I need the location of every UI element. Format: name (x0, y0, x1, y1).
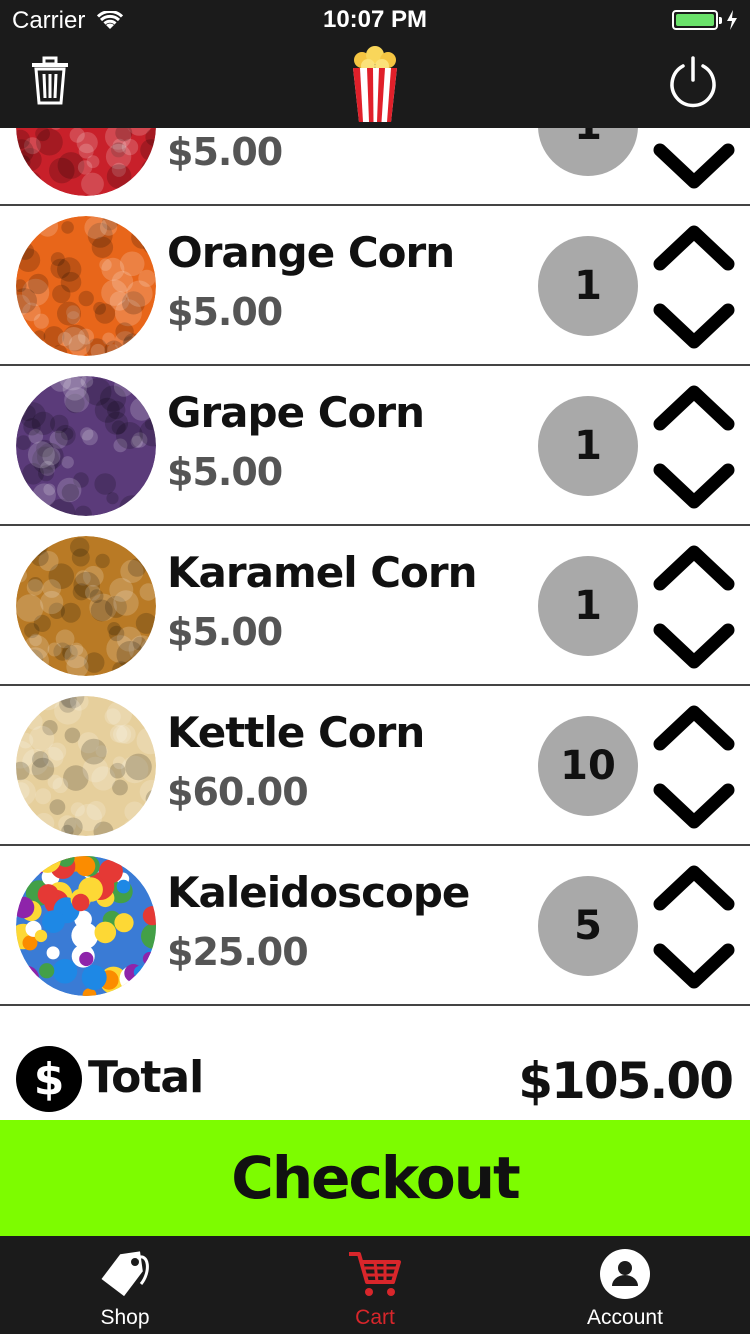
power-icon[interactable] (668, 56, 718, 110)
tab-bar: Shop Cart Account (0, 1236, 750, 1334)
item-price: $5.00 (167, 610, 283, 654)
dollar-icon: $ (16, 1046, 82, 1112)
chevron-down-icon[interactable] (652, 458, 736, 514)
quantity-badge: 1 (538, 128, 638, 176)
item-thumbnail (16, 128, 156, 196)
cart-list[interactable]: Red Cinnamon Corn$5.001Orange Corn$5.001… (0, 128, 750, 1038)
item-price: $5.00 (167, 290, 283, 334)
popcorn-image (16, 128, 156, 196)
chevron-up-icon[interactable] (652, 860, 736, 916)
charging-bolt-icon (727, 10, 737, 30)
chevron-up-icon[interactable] (652, 220, 736, 276)
popcorn-image (16, 376, 156, 516)
tab-shop[interactable]: Shop (0, 1236, 250, 1334)
cart-item: Red Cinnamon Corn$5.001 (0, 128, 750, 206)
quantity-badge: 5 (538, 876, 638, 976)
chevron-up-icon[interactable] (652, 700, 736, 756)
item-thumbnail (16, 696, 156, 836)
cart-items: Red Cinnamon Corn$5.001Orange Corn$5.001… (0, 128, 750, 1006)
popcorn-image (16, 696, 156, 836)
item-price: $60.00 (167, 770, 309, 814)
cart-icon (349, 1252, 401, 1296)
item-thumbnail (16, 216, 156, 356)
cart-item: Kaleidoscope $25.00 5 (0, 846, 750, 1006)
cart-item: Grape Corn $5.00 1 (0, 366, 750, 526)
chevron-up-icon[interactable] (652, 380, 736, 436)
chevron-down-icon[interactable] (652, 138, 736, 194)
chevron-down-icon[interactable] (652, 938, 736, 994)
battery-icon (672, 10, 722, 30)
item-name: Kettle Corn (167, 708, 425, 757)
total-value: $105.00 (518, 1052, 734, 1110)
tab-shop-label: Shop (100, 1306, 150, 1329)
checkout-button[interactable]: Checkout (0, 1120, 750, 1236)
tab-account-label: Account (587, 1306, 663, 1329)
item-thumbnail (16, 376, 156, 516)
quantity-badge: 1 (538, 556, 638, 656)
tab-cart[interactable]: Cart (250, 1236, 500, 1334)
cart-item: Kettle Corn $60.00 10 (0, 686, 750, 846)
status-time: 10:07 PM (322, 6, 428, 33)
popcorn-image (16, 536, 156, 676)
item-name: Grape Corn (167, 388, 425, 437)
tab-cart-label: Cart (355, 1306, 395, 1329)
popcorn-logo-icon (353, 46, 397, 122)
cart-item: Orange Corn $5.00 1 (0, 206, 750, 366)
total-row: $ Total $105.00 (0, 1040, 750, 1120)
item-price: $25.00 (167, 930, 309, 974)
nav-bar (0, 40, 750, 128)
chevron-up-icon[interactable] (652, 540, 736, 596)
status-bar: Carrier 10:07 PM (0, 0, 750, 40)
tab-account[interactable]: Account (500, 1236, 750, 1334)
popcorn-image (16, 856, 156, 996)
cart-item: Karamel Corn $5.00 1 (0, 526, 750, 686)
trash-icon[interactable] (30, 56, 70, 106)
item-name: Karamel Corn (167, 548, 478, 597)
account-icon (600, 1249, 650, 1299)
popcorn-image (16, 216, 156, 356)
item-name: Orange Corn (167, 228, 455, 277)
item-thumbnail (16, 536, 156, 676)
chevron-down-icon[interactable] (652, 298, 736, 354)
item-price: $5.00 (167, 450, 283, 494)
item-price: $5.00 (167, 130, 283, 174)
chevron-down-icon[interactable] (652, 618, 736, 674)
quantity-badge: 1 (538, 236, 638, 336)
item-thumbnail (16, 856, 156, 996)
chevron-down-icon[interactable] (652, 778, 736, 834)
total-label: Total (88, 1052, 204, 1103)
shop-tag-icon (101, 1251, 149, 1297)
quantity-badge: 1 (538, 396, 638, 496)
status-right (672, 10, 738, 30)
quantity-badge: 10 (538, 716, 638, 816)
item-name: Kaleidoscope (167, 868, 470, 917)
